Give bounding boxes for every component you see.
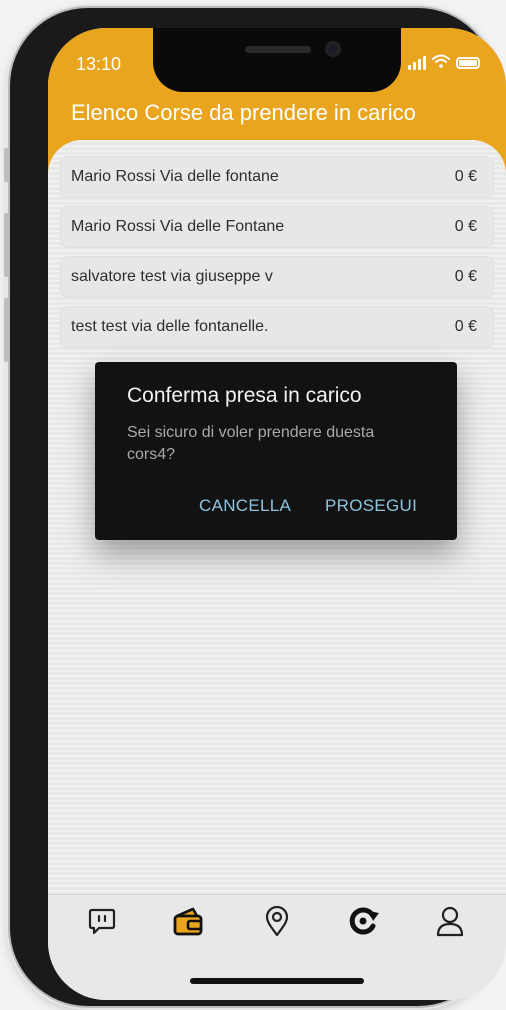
- dialog-title: Conferma presa in carico: [127, 384, 362, 407]
- refresh-icon: [348, 905, 380, 942]
- ride-price: 0 €: [454, 268, 477, 285]
- ride-price: 0 €: [454, 168, 477, 185]
- page-title: Elenco Corse da prendere in carico: [71, 100, 416, 125]
- ride-item[interactable]: Mario Rossi Via delle Fontane 0 €: [60, 206, 494, 248]
- cancel-button[interactable]: CANCELLA: [199, 496, 291, 516]
- app-screen: 13:10 Elenco Corse da prendere in carico: [48, 28, 506, 1000]
- tab-refresh[interactable]: [346, 905, 382, 941]
- wifi-icon: [432, 54, 450, 73]
- battery-icon: [456, 57, 480, 69]
- tab-profile[interactable]: [432, 905, 468, 941]
- ride-label: Mario Rossi Via delle Fontane: [71, 218, 285, 235]
- dialog-message: Sei sicuro di voler prendere duesta cors…: [127, 424, 375, 463]
- tab-location[interactable]: [259, 905, 295, 941]
- status-icons: [408, 54, 480, 72]
- home-indicator[interactable]: [190, 978, 364, 984]
- ride-price: 0 €: [454, 318, 477, 335]
- user-icon: [435, 905, 465, 942]
- tab-wallet[interactable]: [170, 905, 206, 941]
- front-camera: [325, 41, 341, 57]
- notch: [153, 28, 401, 92]
- ride-price: 0 €: [454, 218, 477, 235]
- rides-list: Mario Rossi Via delle fontane 0 € Mario …: [60, 156, 494, 356]
- bottom-tab-bar: [48, 894, 506, 1000]
- speaker: [245, 46, 311, 53]
- ride-label: Mario Rossi Via delle fontane: [71, 168, 279, 185]
- chat-icon: [87, 906, 117, 941]
- ride-item[interactable]: salvatore test via giuseppe v 0 €: [60, 256, 494, 298]
- proceed-button[interactable]: PROSEGUI: [325, 496, 417, 516]
- status-time: 13:10: [76, 54, 122, 74]
- wallet-icon: [171, 904, 205, 943]
- volume-down-button: [4, 298, 9, 362]
- confirm-dialog: Conferma presa in carico Sei sicuro di v…: [95, 362, 457, 540]
- volume-up-button: [4, 213, 9, 277]
- tab-chat[interactable]: [84, 905, 120, 941]
- signal-icon: [408, 56, 426, 70]
- ride-label: test test via delle fontanelle.: [71, 318, 269, 335]
- silent-switch: [4, 148, 9, 182]
- ride-item[interactable]: test test via delle fontanelle. 0 €: [60, 306, 494, 348]
- ride-label: salvatore test via giuseppe v: [71, 268, 273, 285]
- location-pin-icon: [262, 905, 292, 942]
- ride-item[interactable]: Mario Rossi Via delle fontane 0 €: [60, 156, 494, 198]
- phone-frame: 13:10 Elenco Corse da prendere in carico: [4, 8, 506, 1006]
